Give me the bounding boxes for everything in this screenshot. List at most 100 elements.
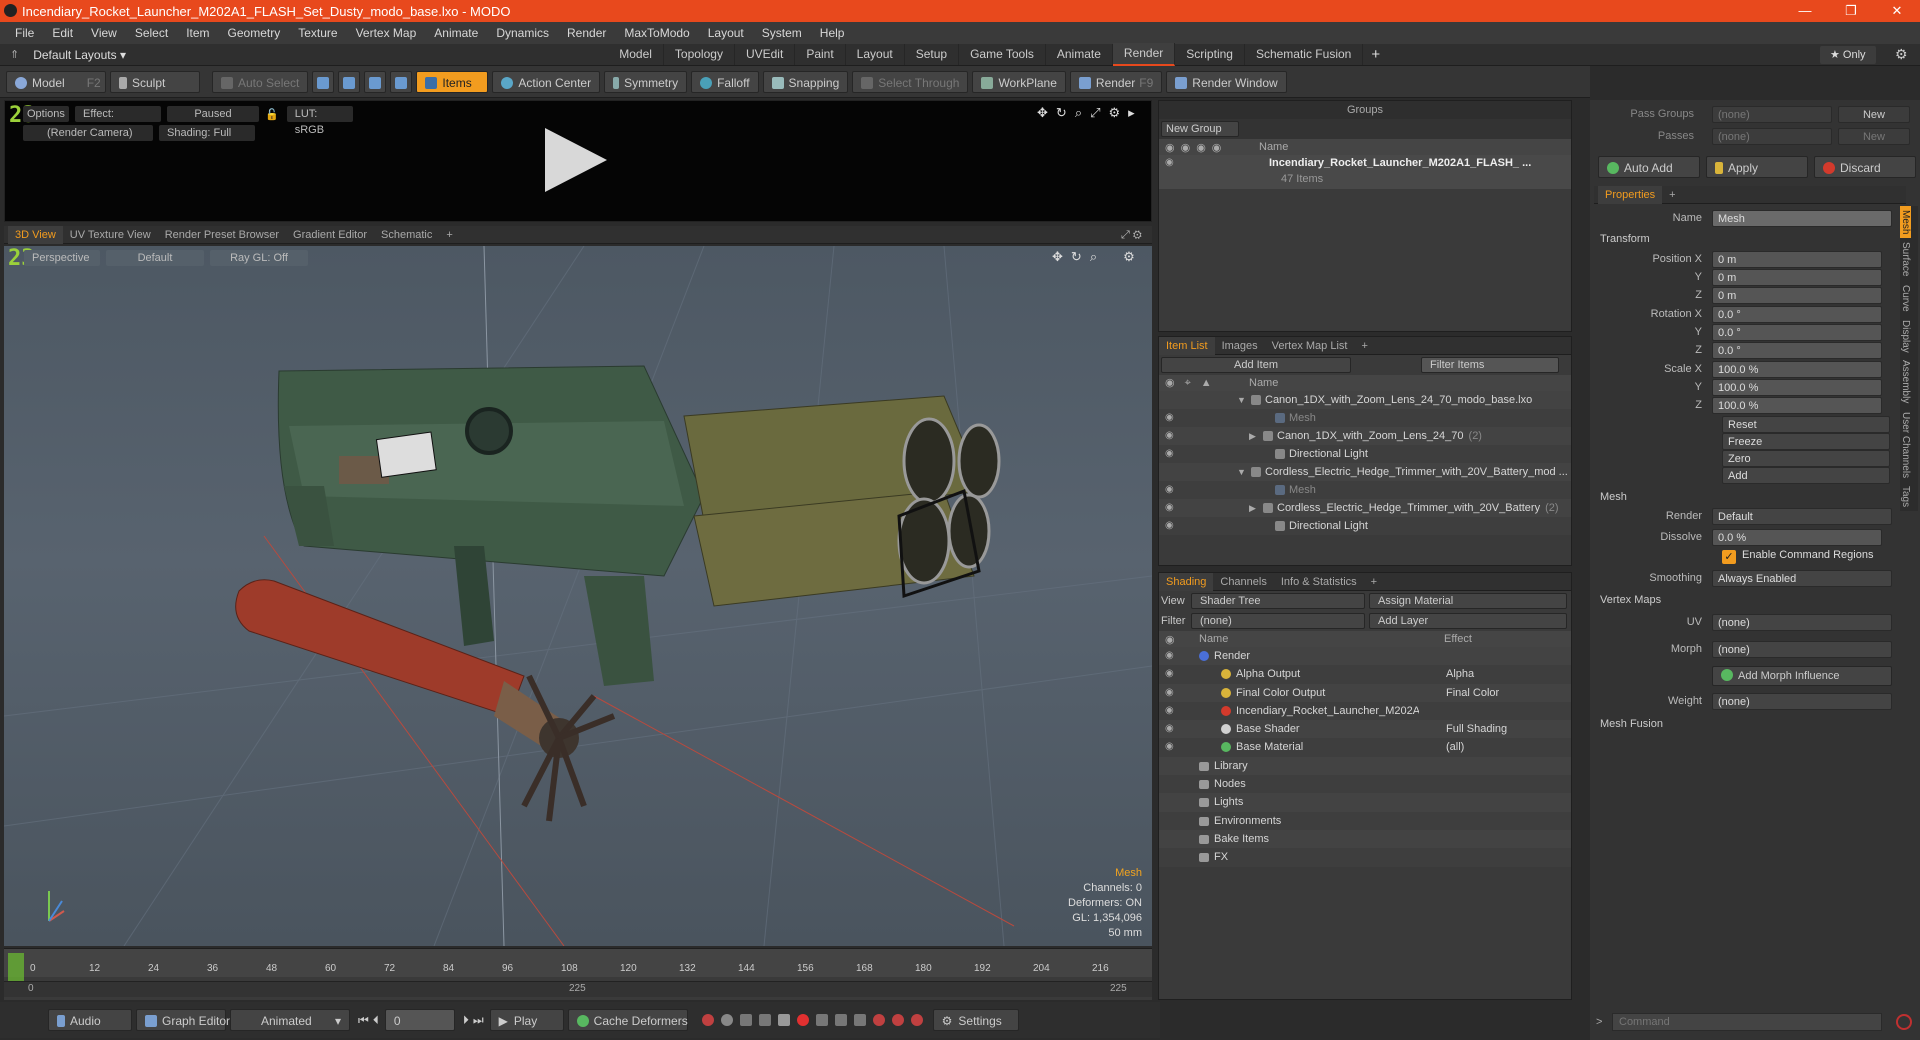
- move-icon[interactable]: ✥: [1037, 105, 1048, 121]
- menu-maxtomodo[interactable]: MaxToModo: [615, 22, 698, 44]
- menu-item[interactable]: Item: [177, 22, 218, 44]
- eye-icon[interactable]: ◉: [1165, 665, 1174, 683]
- key-prev-frame-icon[interactable]: [834, 1014, 847, 1026]
- vertices-mode-button[interactable]: [312, 70, 335, 93]
- viewport-gear-icon[interactable]: ⚙: [1123, 249, 1135, 265]
- tab-channels[interactable]: Channels: [1213, 573, 1273, 591]
- menu-help[interactable]: Help: [811, 22, 854, 44]
- menu-select[interactable]: Select: [126, 22, 177, 44]
- item-list-row[interactable]: ▼ Cordless_Electric_Hedge_Trimmer_with_20…: [1159, 463, 1571, 481]
- zero-dropdown[interactable]: Zero: [1722, 450, 1890, 467]
- view-perspective-dropdown[interactable]: Perspective: [24, 250, 100, 266]
- 3d-viewport[interactable]: 23 Perspective Default Ray GL: Off ✥ ↻ ⌕…: [4, 246, 1152, 946]
- auto-add-button[interactable]: Auto Add: [1598, 156, 1700, 178]
- shader-tree-row[interactable]: Bake Items: [1159, 829, 1571, 849]
- item-list-row[interactable]: ◉ Mesh: [1159, 409, 1571, 427]
- next-key-icon[interactable]: [758, 1014, 771, 1026]
- mesh-fusion-section[interactable]: Mesh Fusion: [1600, 716, 1663, 732]
- key-next-frame-icon[interactable]: [853, 1014, 866, 1026]
- animated-dropdown[interactable]: Animated ▾: [230, 1009, 350, 1031]
- menu-animate[interactable]: Animate: [425, 22, 487, 44]
- shader-tree-row[interactable]: FX: [1159, 848, 1571, 867]
- eye-icon[interactable]: ◉: [1165, 720, 1174, 738]
- record-icon[interactable]: [796, 1014, 809, 1026]
- rotation-x-field[interactable]: 0.0 °: [1712, 306, 1882, 323]
- gear-icon[interactable]: ⚙: [1109, 105, 1121, 121]
- add-morph-influence-button[interactable]: Add Morph Influence: [1712, 666, 1892, 686]
- morph-dropdown[interactable]: (none): [1712, 641, 1892, 658]
- transform-section[interactable]: Transform: [1600, 231, 1650, 247]
- view-style-dropdown[interactable]: Default: [106, 250, 204, 266]
- shader-tree-row[interactable]: ◉ Base Material (all): [1159, 738, 1571, 757]
- eye-icon[interactable]: ◉: [1165, 409, 1174, 427]
- eye-icon[interactable]: ◉: [1165, 702, 1174, 720]
- expand-arrow-icon[interactable]: ▼: [1237, 463, 1251, 481]
- preview-lut-dropdown[interactable]: LUT: sRGB: [286, 106, 353, 136]
- go-start-icon[interactable]: ⏮: [358, 1013, 369, 1028]
- command-input[interactable]: [1612, 1013, 1882, 1031]
- layout-up-icon[interactable]: ⇑: [10, 48, 19, 61]
- tab-images[interactable]: Images: [1215, 337, 1265, 355]
- group-row[interactable]: ◉ Incendiary_Rocket_Launcher_M202A1_FLAS…: [1159, 155, 1571, 189]
- select-through-button[interactable]: Select Through: [852, 70, 969, 93]
- gear-icon[interactable]: ⚙: [1895, 46, 1908, 63]
- auto-key-icon[interactable]: [720, 1014, 733, 1026]
- falloff-button[interactable]: Falloff: [691, 70, 759, 93]
- key-icon[interactable]: [701, 1014, 714, 1026]
- tab-3d-view[interactable]: 3D View: [8, 225, 63, 244]
- zoom-icon[interactable]: ⌕: [1075, 105, 1082, 121]
- workplane-button[interactable]: WorkPlane: [972, 70, 1066, 93]
- tab-game-tools[interactable]: Game Tools: [959, 44, 1046, 65]
- auto-select-button[interactable]: Auto Select: [212, 70, 309, 93]
- item-list-row[interactable]: ◉ Directional Light: [1159, 445, 1571, 463]
- preview-options-button[interactable]: Options: [23, 106, 69, 122]
- maximize-icon[interactable]: ⤢: [1090, 105, 1100, 121]
- new-group-button[interactable]: New Group: [1161, 121, 1239, 137]
- preview-paused-toggle[interactable]: Paused: [167, 106, 259, 122]
- rotation-z-field[interactable]: 0.0 °: [1712, 342, 1882, 359]
- menu-geometry[interactable]: Geometry: [219, 22, 290, 44]
- graph-editor-button[interactable]: Graph Editor: [136, 1009, 230, 1031]
- shader-tree-row[interactable]: ◉ Render: [1159, 647, 1571, 666]
- position-x-field[interactable]: 0 m: [1712, 251, 1882, 268]
- step-back-icon[interactable]: ⏴: [373, 1013, 379, 1028]
- expand-arrow-icon[interactable]: ▼: [1237, 391, 1251, 409]
- materials-mode-button[interactable]: [390, 70, 413, 93]
- items-mode-button[interactable]: Items: [416, 70, 489, 93]
- side-tab-user-channels[interactable]: User Channels: [1900, 408, 1911, 482]
- uv-dropdown[interactable]: (none): [1712, 614, 1892, 631]
- item-list-row[interactable]: ◉ Directional Light: [1159, 517, 1571, 535]
- eye-icon[interactable]: ◉: [1165, 517, 1174, 535]
- preview-shading-dropdown[interactable]: Shading: Full: [159, 125, 255, 141]
- shader-tree-row[interactable]: Environments: [1159, 811, 1571, 830]
- keyframe-icon[interactable]: [777, 1014, 790, 1026]
- side-tab-curve[interactable]: Curve: [1900, 281, 1911, 316]
- shader-tree-row[interactable]: Lights: [1159, 793, 1571, 812]
- play-button[interactable]: ▶ Play: [489, 1009, 564, 1031]
- add-viewport-tab-button[interactable]: +: [439, 226, 459, 244]
- lock-icon[interactable]: 🔓: [265, 108, 279, 121]
- filter-items-input[interactable]: Filter Items: [1421, 357, 1559, 373]
- menu-file[interactable]: File: [6, 22, 43, 44]
- position-z-field[interactable]: 0 m: [1712, 287, 1882, 304]
- key-filter-icon[interactable]: [815, 1014, 828, 1026]
- pass-groups-dropdown[interactable]: (none): [1712, 106, 1832, 123]
- assign-material-button[interactable]: Assign Material: [1369, 593, 1567, 609]
- expand-arrow-icon[interactable]: ▶: [1249, 499, 1263, 517]
- viewport-move-icon[interactable]: ✥: [1052, 249, 1063, 265]
- render-dropdown[interactable]: Default: [1712, 508, 1892, 525]
- passes-dropdown[interactable]: (none): [1712, 128, 1832, 145]
- smoothing-dropdown[interactable]: Always Enabled: [1712, 570, 1892, 587]
- tab-uvedit[interactable]: UVEdit: [735, 44, 796, 65]
- item-list-row[interactable]: ▼ Canon_1DX_with_Zoom_Lens_24_70_modo_bas…: [1159, 391, 1571, 409]
- eye-icon[interactable]: ◉: [1165, 445, 1174, 463]
- shader-layer-effect[interactable]: Full Shading: [1446, 720, 1507, 738]
- only-toggle[interactable]: ★ Only: [1820, 46, 1876, 64]
- eye-icon[interactable]: ◉: [1165, 427, 1174, 445]
- audio-button[interactable]: Audio: [48, 1009, 132, 1031]
- viewport-zoom-icon[interactable]: ⌕: [1090, 249, 1097, 265]
- filter-dropdown[interactable]: (none): [1191, 613, 1365, 629]
- scale-y-field[interactable]: 100.0 %: [1712, 379, 1882, 396]
- side-tab-surface[interactable]: Surface: [1900, 238, 1911, 280]
- timeline[interactable]: 0 12 24 36 48 60 72 84 96 108 120 132 144 156 168 180 19…: [4, 948, 1152, 1000]
